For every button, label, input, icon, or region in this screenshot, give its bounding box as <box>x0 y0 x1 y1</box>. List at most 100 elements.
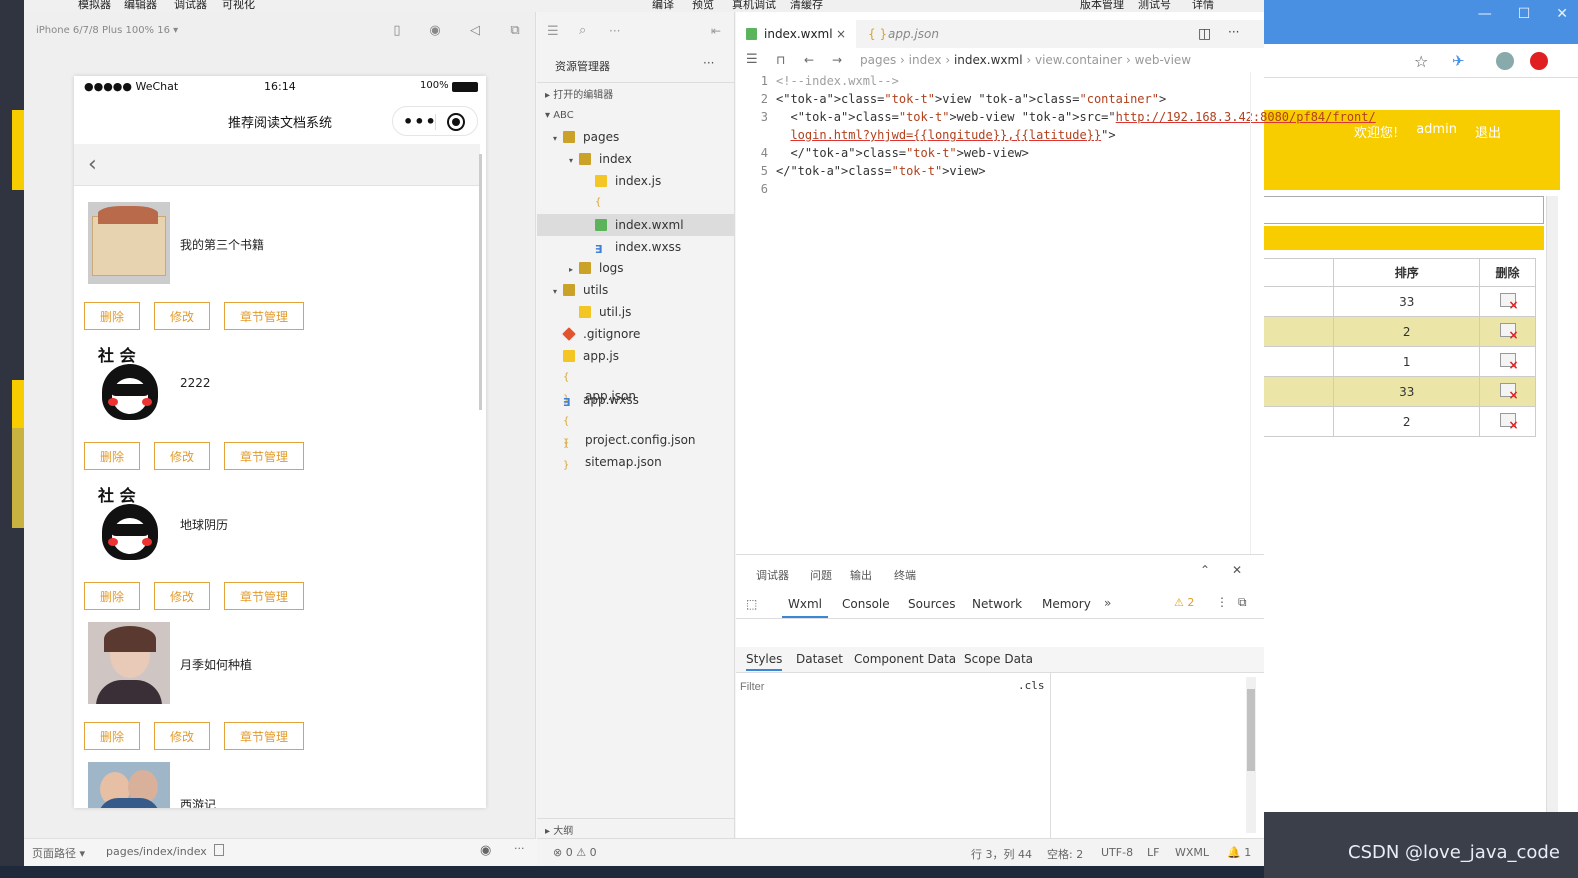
outline-list-icon[interactable]: ☰ <box>746 48 758 72</box>
code-line[interactable]: 3 <"tok-a">class="tok-t">web-view "tok-a… <box>736 108 1376 126</box>
split-editor-icon[interactable]: ◫ <box>1198 26 1211 42</box>
chapters-button[interactable]: 章节管理 <box>224 722 305 750</box>
line-ending[interactable]: LF <box>1147 846 1159 859</box>
close-icon[interactable]: ✕ <box>1556 6 1568 22</box>
profile-avatar[interactable] <box>1496 52 1514 70</box>
delete-icon[interactable] <box>1499 353 1519 372</box>
delete-icon[interactable] <box>1499 413 1519 432</box>
dock-icon[interactable]: ⧉ <box>1238 595 1247 610</box>
back-icon[interactable]: ← <box>804 48 814 72</box>
book-item[interactable]: 我的第三个书籍 删除 修改 章节管理 <box>74 190 480 330</box>
search-icon[interactable]: ⌕ <box>579 23 586 38</box>
breadcrumb-item[interactable]: index.wxml <box>954 53 1023 67</box>
tree-item[interactable]: ▸ logs <box>537 257 735 279</box>
panel-tab[interactable]: 调试器 <box>756 567 789 583</box>
panel-tab[interactable]: 输出 <box>850 567 872 583</box>
problems-count[interactable]: ⊗ 0 ⚠ 0 <box>553 846 597 859</box>
breadcrumb-item[interactable]: index <box>909 53 942 67</box>
code-line[interactable]: login.html?yhjwd={{longitude}},{{latitud… <box>736 126 1115 144</box>
chevron-down-icon[interactable]: ▾ <box>553 128 563 150</box>
col-sort-header[interactable]: 排序 <box>1333 258 1481 287</box>
warnings-badge[interactable]: ⚠ 2 <box>1174 596 1194 609</box>
tree-item[interactable]: { } app.json <box>537 367 735 405</box>
book-item[interactable]: 月季如何种植 删除 修改 章节管理 <box>74 610 480 750</box>
bookmark-icon[interactable]: ⊓ <box>776 48 785 72</box>
menu-item[interactable]: 预览 <box>692 0 714 12</box>
language-mode[interactable]: WXML <box>1175 846 1209 859</box>
delete-button[interactable]: 删除 <box>84 722 141 750</box>
book-item[interactable]: 西游记 <box>74 750 480 808</box>
notifications-bell-icon[interactable]: 🔔 1 <box>1227 846 1251 859</box>
search-box[interactable] <box>1264 196 1544 224</box>
breadcrumb-item[interactable]: web-view <box>1135 53 1191 67</box>
collapse-panel-icon[interactable]: ⇤ <box>711 24 721 38</box>
logout-link[interactable]: 退出 <box>1475 122 1501 141</box>
cls-toggle[interactable]: .cls <box>1018 679 1045 692</box>
tree-item[interactable]: ▾ utils <box>537 279 735 301</box>
back-arrow-icon[interactable]: ‹ <box>88 152 97 177</box>
more-tabs-icon[interactable]: » <box>1104 596 1111 610</box>
extension-red-icon[interactable] <box>1530 52 1548 70</box>
record-icon[interactable]: ◉ <box>428 24 442 38</box>
styles-scrollbar[interactable] <box>1246 677 1256 833</box>
delete-button[interactable]: 删除 <box>84 302 141 330</box>
device-select[interactable]: iPhone 6/7/8 Plus 100% 16 ▾ <box>36 25 178 36</box>
star-icon[interactable]: ☆ <box>1414 52 1432 71</box>
tree-item[interactable]: { } sitemap.json <box>537 433 735 471</box>
tree-item[interactable]: index.js <box>537 170 735 192</box>
encoding[interactable]: UTF-8 <box>1101 846 1133 859</box>
tab-index-wxml[interactable]: index.wxml × <box>736 20 856 48</box>
page-path-dropdown[interactable]: 页面路径 ▾ <box>32 845 85 861</box>
styles-tab[interactable]: Scope Data <box>964 652 1033 666</box>
chevron-down-icon[interactable]: ▾ <box>553 281 563 303</box>
edit-button[interactable]: 修改 <box>154 442 211 470</box>
cursor-position[interactable]: 行 3，列 44 <box>971 846 1032 862</box>
devtools-tab-wxml[interactable]: Wxml <box>782 597 828 618</box>
tree-item[interactable]: { }index.json <box>537 192 735 230</box>
chapters-button[interactable]: 章节管理 <box>224 442 305 470</box>
maximize-icon[interactable]: ☐ <box>1518 6 1531 22</box>
menu-item[interactable]: 编译 <box>652 0 674 12</box>
menu-item[interactable]: 测试号 <box>1138 0 1171 12</box>
tree-item[interactable]: ▾ index <box>537 148 735 170</box>
tree-item[interactable]: index.wxml <box>537 213 735 236</box>
delete-icon[interactable] <box>1499 383 1519 402</box>
close-tab-icon[interactable]: × <box>836 20 846 48</box>
tree-item[interactable]: ∃ index.wxss <box>537 236 735 258</box>
menu-item[interactable]: 真机调试 <box>732 0 776 12</box>
delete-icon[interactable] <box>1499 323 1519 342</box>
open-editors-section[interactable]: ▸ 打开的编辑器 <box>545 86 613 101</box>
menu-item[interactable]: 可视化 <box>222 0 255 12</box>
menu-item[interactable]: 清缓存 <box>790 0 823 12</box>
collapse-panel-icon[interactable]: ⌃ <box>1200 563 1210 577</box>
forward-icon[interactable]: → <box>832 48 842 72</box>
edit-button[interactable]: 修改 <box>154 722 211 750</box>
close-panel-icon[interactable]: ✕ <box>1232 563 1242 577</box>
more-icon[interactable]: ··· <box>514 842 525 855</box>
delete-icon[interactable] <box>1499 293 1519 312</box>
chapters-button[interactable]: 章节管理 <box>224 302 305 330</box>
styles-tab[interactable]: Component Data <box>854 652 956 666</box>
code-line[interactable]: 5 </"tok-a">class="tok-t">view> <box>736 162 986 180</box>
devtools-tab-memory[interactable]: Memory <box>1042 597 1091 611</box>
delete-button[interactable]: 删除 <box>84 442 141 470</box>
tree-item[interactable]: util.js <box>537 301 735 323</box>
styles-tab[interactable]: Styles <box>746 652 783 671</box>
breadcrumb-item[interactable]: pages <box>860 53 896 67</box>
editor-more-icon[interactable]: ··· <box>1228 25 1239 39</box>
code-line[interactable]: 1 <!--index.wxml--> <box>736 72 899 90</box>
code-line[interactable]: 6 <box>736 180 776 198</box>
minimize-icon[interactable]: — <box>1478 6 1492 22</box>
panel-tab[interactable]: 终端 <box>894 567 916 583</box>
code-line[interactable]: 4 </"tok-a">class="tok-t">web-view> <box>736 144 1029 162</box>
editor-scrollbar[interactable] <box>1250 72 1264 554</box>
devtools-tab-network[interactable]: Network <box>972 597 1022 611</box>
list-icon[interactable]: ☰ <box>547 24 559 39</box>
chapters-button[interactable]: 章节管理 <box>224 582 305 610</box>
edit-button[interactable]: 修改 <box>154 302 211 330</box>
page-scrollbar[interactable] <box>1546 196 1558 812</box>
indent-setting[interactable]: 空格: 2 <box>1047 846 1083 862</box>
more-icon[interactable]: ••• <box>403 112 437 131</box>
menu-item[interactable]: 调试器 <box>174 0 207 12</box>
styles-tab[interactable]: Dataset <box>796 652 843 666</box>
